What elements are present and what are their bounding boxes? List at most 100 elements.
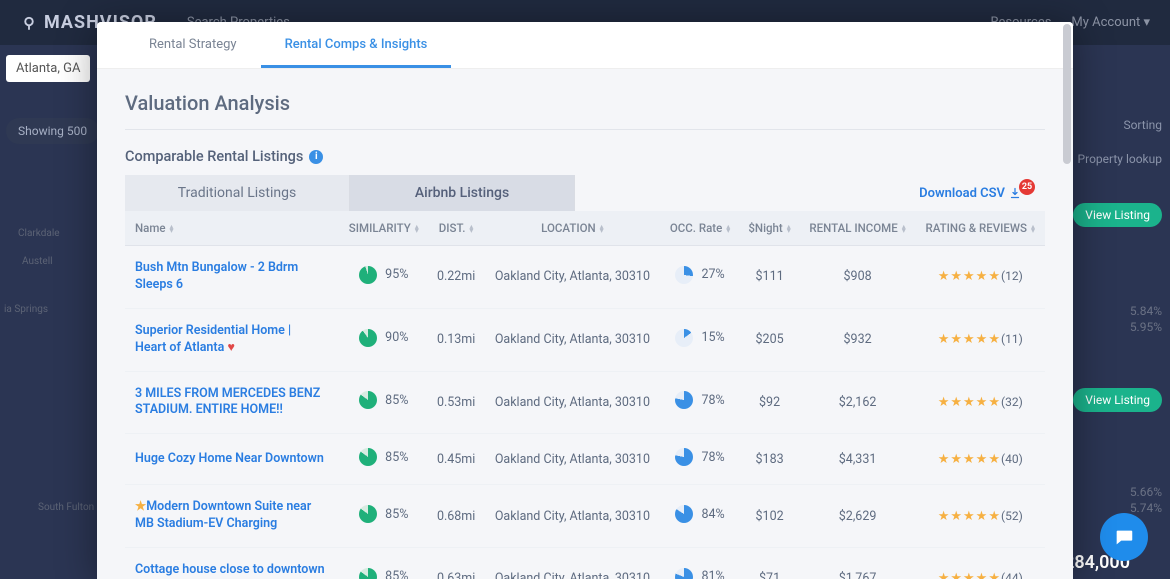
sort-icon [469, 225, 473, 233]
dist-value: 0.13mi [428, 308, 484, 371]
tab-airbnb-listings[interactable]: Airbnb Listings [350, 175, 575, 211]
occ-value: 27% [701, 267, 724, 282]
reviews-count: (32) [1001, 395, 1023, 409]
table-row: Superior Residential Home | Heart of Atl… [125, 308, 1045, 371]
view-listing-pill-1[interactable]: View Listing [1073, 203, 1162, 227]
night-value: $92 [739, 371, 799, 434]
location-value: Oakland City, Atlanta, 30310 [484, 308, 661, 371]
download-count-badge: 25 [1019, 179, 1035, 195]
modal-panel: Rental Strategy Rental Comps & Insights … [97, 22, 1073, 579]
modal-body: Valuation Analysis Comparable Rental Lis… [97, 69, 1073, 579]
pie-icon [359, 266, 377, 284]
stars-icon: ★★★★★ [938, 332, 1001, 347]
map-label: Clarkdale [18, 228, 60, 239]
stars-icon: ★★★★★ [938, 452, 1001, 467]
my-account-menu[interactable]: My Account ▾ [1071, 15, 1150, 30]
night-value: $111 [739, 246, 799, 309]
income-value: $2,162 [800, 371, 916, 434]
stars-icon: ★★★★★ [938, 509, 1001, 524]
location-value: Oakland City, Atlanta, 30310 [484, 434, 661, 485]
night-value: $71 [739, 548, 799, 579]
location-value: Oakland City, Atlanta, 30310 [484, 548, 661, 579]
view-listing-pill-2[interactable]: View Listing [1073, 388, 1162, 412]
listing-controls: Traditional Listings Airbnb Listings Dow… [97, 175, 1073, 211]
sort-icon [902, 225, 906, 233]
col-name[interactable]: Name [125, 211, 339, 246]
income-value: $4,331 [800, 434, 916, 485]
download-csv-button[interactable]: Download CSV 25 [919, 185, 1045, 201]
dist-value: 0.68mi [428, 485, 484, 548]
listing-name-link[interactable]: Superior Residential Home | Heart of Atl… [135, 323, 325, 357]
pie-icon [675, 505, 693, 523]
location-value: Oakland City, Atlanta, 30310 [484, 485, 661, 548]
sort-icon [726, 225, 730, 233]
pie-icon [359, 329, 377, 347]
table-row: Cottage house close to downtown Atlanta … [125, 548, 1045, 579]
reviews-count: (11) [1001, 332, 1023, 346]
col-rating[interactable]: RATING & REVIEWS [916, 211, 1046, 246]
income-value: $1,767 [800, 548, 916, 579]
chat-icon [1113, 526, 1135, 548]
sort-icon [415, 225, 419, 233]
pie-icon [675, 266, 693, 284]
modal-scrollbar[interactable] [1063, 24, 1071, 577]
sub-title: Comparable Rental Listings i [97, 148, 1073, 175]
pie-icon [675, 448, 693, 466]
similarity-value: 90% [385, 330, 408, 345]
col-income[interactable]: RENTAL INCOME [800, 211, 916, 246]
stars-icon: ★★★★★ [938, 571, 1001, 579]
col-dist[interactable]: DIST. [428, 211, 484, 246]
night-value: $205 [739, 308, 799, 371]
bg-stat-2a: 5.66% [1130, 485, 1162, 499]
heart-icon: ♥ [227, 340, 234, 355]
night-value: $183 [739, 434, 799, 485]
reviews-count: (12) [1001, 269, 1023, 283]
occ-value: 84% [701, 507, 724, 522]
city-search-input[interactable]: Atlanta, GA [6, 55, 90, 82]
sort-icon [1031, 225, 1035, 233]
occ-value: 78% [701, 450, 724, 465]
similarity-value: 95% [385, 267, 408, 282]
listing-name-link[interactable]: 3 MILES FROM MERCEDES BENZ STADIUM. ENTI… [135, 386, 325, 420]
table-row: Huge Cozy Home Near Downtown 85% 0.45mi … [125, 434, 1045, 485]
reviews-count: (40) [1001, 452, 1023, 466]
map-label: ia Springs [4, 304, 48, 315]
col-night[interactable]: $Night [739, 211, 799, 246]
occ-value: 81% [701, 569, 724, 579]
col-occ[interactable]: OCC. Rate [661, 211, 740, 246]
tab-rental-comps[interactable]: Rental Comps & Insights [261, 22, 452, 68]
dist-value: 0.53mi [428, 371, 484, 434]
income-value: $908 [800, 246, 916, 309]
map-label: Austell [22, 256, 53, 267]
dist-value: 0.45mi [428, 434, 484, 485]
table-row: Bush Mtn Bungalow - 2 Bdrm Sleeps 6 95% … [125, 246, 1045, 309]
sorting-label[interactable]: Sorting [1123, 118, 1162, 132]
comps-table: Name SIMILARITY DIST. LOCATION OCC. Rate… [125, 211, 1045, 579]
col-location[interactable]: LOCATION [484, 211, 661, 246]
pie-icon [675, 329, 693, 347]
location-value: Oakland City, Atlanta, 30310 [484, 371, 661, 434]
map-label: South Fulton [38, 502, 94, 513]
reviews-count: (52) [1001, 509, 1023, 523]
listing-name-link[interactable]: Cottage house close to downtown Atlanta [135, 562, 325, 579]
download-csv-label: Download CSV [919, 186, 1005, 201]
sort-icon [170, 225, 174, 233]
listing-name-link[interactable]: Bush Mtn Bungalow - 2 Bdrm Sleeps 6 [135, 260, 325, 294]
tab-rental-strategy[interactable]: Rental Strategy [125, 22, 261, 68]
dist-value: 0.22mi [428, 246, 484, 309]
pie-icon [359, 505, 377, 523]
bg-stat-1a: 5.84% [1130, 304, 1162, 318]
listing-name-link[interactable]: Huge Cozy Home Near Downtown [135, 451, 324, 468]
chat-widget-button[interactable] [1100, 513, 1148, 561]
pie-icon [675, 568, 693, 579]
tab-traditional-listings[interactable]: Traditional Listings [125, 175, 350, 211]
listing-name-link[interactable]: ★Modern Downtown Suite near MB Stadium-E… [135, 499, 325, 533]
income-value: $932 [800, 308, 916, 371]
section-divider [125, 129, 1045, 130]
info-icon[interactable]: i [309, 150, 323, 164]
sort-icon [787, 225, 791, 233]
dist-value: 0.63mi [428, 548, 484, 579]
col-similarity[interactable]: SIMILARITY [339, 211, 428, 246]
similarity-value: 85% [385, 393, 408, 408]
property-lookup-link[interactable]: Property lookup [1078, 152, 1162, 166]
